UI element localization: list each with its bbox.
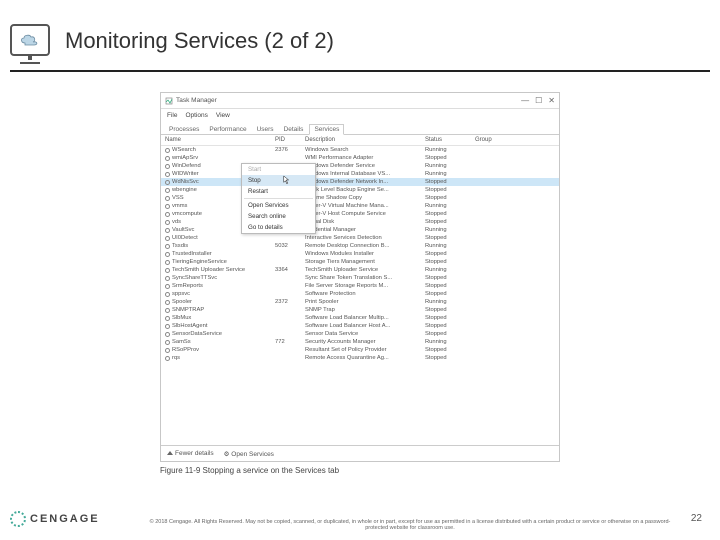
ctx-restart[interactable]: Restart: [242, 186, 315, 197]
window-title: Task Manager: [176, 97, 217, 104]
service-row[interactable]: WIDWriterWindows Internal Database VS...…: [161, 170, 559, 178]
slide-title: Monitoring Services (2 of 2): [65, 28, 334, 54]
service-row[interactable]: SrmReportsFile Server Storage Reports M.…: [161, 282, 559, 290]
slide-header: Monitoring Services (2 of 2): [10, 20, 710, 70]
menu-view[interactable]: View: [216, 112, 230, 119]
task-manager-window: Task Manager — ☐ ✕ File Options View Pro…: [160, 92, 560, 462]
tab-users[interactable]: Users: [253, 125, 278, 134]
services-grid: Name PID Description Status Group WSearc…: [161, 135, 559, 445]
tab-performance[interactable]: Performance: [205, 125, 250, 134]
service-row[interactable]: RSoPProvResultant Set of Policy Provider…: [161, 346, 559, 354]
brand-text: CENGAGE: [30, 513, 100, 525]
window-titlebar: Task Manager — ☐ ✕: [161, 93, 559, 109]
open-services-link[interactable]: ⚙ Open Services: [224, 450, 274, 458]
service-row[interactable]: WdNisSvcWindows Defender Network In...St…: [161, 178, 559, 186]
page-number: 22: [691, 513, 702, 524]
brand-logo: CENGAGE: [10, 511, 100, 527]
figure-caption: Figure 11-9 Stopping a service on the Se…: [160, 466, 339, 475]
service-row[interactable]: WinDefendWindows Defender ServiceRunning: [161, 162, 559, 170]
service-row[interactable]: sppsvcSoftware ProtectionStopped: [161, 290, 559, 298]
service-row[interactable]: TrustedInstallerWindows Modules Installe…: [161, 250, 559, 258]
service-row[interactable]: SlbHostAgentSoftware Load Balancer Host …: [161, 322, 559, 330]
maximize-button[interactable]: ☐: [535, 96, 542, 105]
fewer-details-toggle[interactable]: Fewer details: [167, 450, 214, 457]
service-row[interactable]: TieringEngineServiceStorage Tiers Manage…: [161, 258, 559, 266]
tab-strip: Processes Performance Users Details Serv…: [161, 121, 559, 135]
service-row[interactable]: Tssdis5032Remote Desktop Connection B...…: [161, 242, 559, 250]
ctx-separator: [244, 198, 313, 199]
service-row[interactable]: SensorDataServiceSensor Data ServiceStop…: [161, 330, 559, 338]
service-row[interactable]: vmmsHyper-V Virtual Machine Mana...Runni…: [161, 202, 559, 210]
service-row[interactable]: UI0DetectInteractive Services DetectionS…: [161, 234, 559, 242]
service-row[interactable]: TechSmith Uploader Service3364TechSmith …: [161, 266, 559, 274]
cloud-monitor-icon: [10, 24, 50, 56]
menu-options[interactable]: Options: [185, 112, 207, 119]
context-menu: Start Stop Restart Open Services Search …: [241, 163, 316, 234]
ctx-go-to-details[interactable]: Go to details: [242, 222, 315, 233]
close-button[interactable]: ✕: [548, 96, 555, 105]
col-name[interactable]: Name: [165, 137, 275, 143]
menu-file[interactable]: File: [167, 112, 177, 119]
service-row[interactable]: rqsRemote Access Quarantine Ag...Stopped: [161, 354, 559, 362]
status-bar: Fewer details ⚙ Open Services: [161, 445, 559, 461]
tab-details[interactable]: Details: [280, 125, 308, 134]
ctx-stop[interactable]: Stop: [242, 175, 315, 186]
tab-services[interactable]: Services: [309, 124, 344, 135]
menu-bar: File Options View: [161, 109, 559, 121]
service-row[interactable]: wbengineBlock Level Backup Engine Se...S…: [161, 186, 559, 194]
service-row[interactable]: Spooler2372Print SpoolerRunning: [161, 298, 559, 306]
brand-swirl-icon: [10, 511, 26, 527]
service-row[interactable]: SamSs772Security Accounts ManagerRunning: [161, 338, 559, 346]
service-row[interactable]: VSSVolume Shadow CopyStopped: [161, 194, 559, 202]
ctx-search-online[interactable]: Search online: [242, 211, 315, 222]
service-row[interactable]: SlbMuxSoftware Load Balancer Multip...St…: [161, 314, 559, 322]
cursor-icon: [283, 175, 291, 185]
col-group[interactable]: Group: [475, 137, 515, 143]
rows-container: WSearch2376Windows SearchRunningwmiApSrv…: [161, 146, 559, 362]
col-desc[interactable]: Description: [305, 137, 425, 143]
service-row[interactable]: vmcomputeHyper-V Host Compute ServiceSto…: [161, 210, 559, 218]
service-row[interactable]: WSearch2376Windows SearchRunning: [161, 146, 559, 154]
title-underline: [10, 70, 710, 72]
ctx-open-services[interactable]: Open Services: [242, 200, 315, 211]
copyright-text: © 2018 Cengage. All Rights Reserved. May…: [140, 519, 680, 532]
service-row[interactable]: SyncShareTTSvcSync Share Token Translati…: [161, 274, 559, 282]
service-row[interactable]: SNMPTRAPSNMP TrapStopped: [161, 306, 559, 314]
footer: CENGAGE © 2018 Cengage. All Rights Reser…: [10, 504, 710, 534]
col-status[interactable]: Status: [425, 137, 475, 143]
taskmgr-icon: [165, 97, 173, 105]
monitor-stand-icon: [20, 56, 40, 64]
service-row[interactable]: VaultSvc772Credential ManagerRunning: [161, 226, 559, 234]
service-row[interactable]: vdsVirtual DiskStopped: [161, 218, 559, 226]
column-headers: Name PID Description Status Group: [161, 135, 559, 146]
service-row[interactable]: wmiApSrvWMI Performance AdapterStopped: [161, 154, 559, 162]
col-pid[interactable]: PID: [275, 137, 305, 143]
minimize-button[interactable]: —: [521, 96, 529, 105]
tab-processes[interactable]: Processes: [165, 125, 203, 134]
ctx-start: Start: [242, 164, 315, 175]
